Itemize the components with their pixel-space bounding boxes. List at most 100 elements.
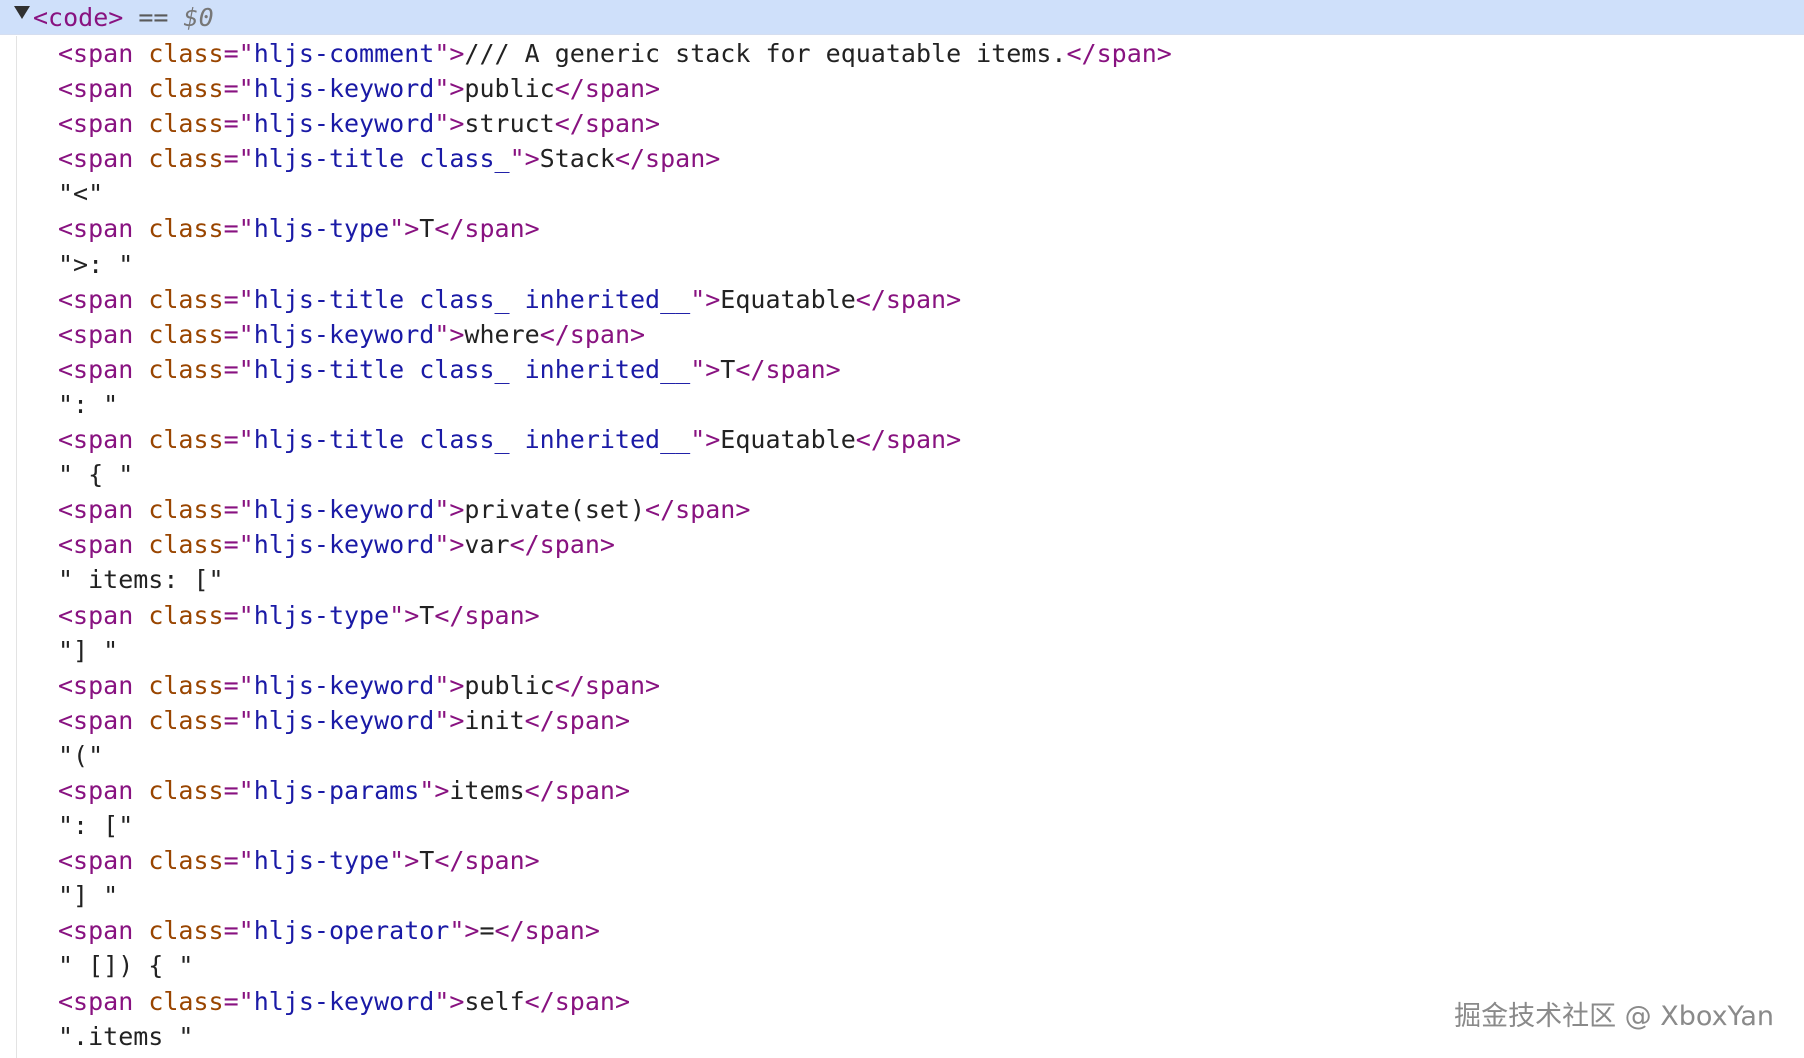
span-text-content: init <box>464 705 525 735</box>
selected-element-line: <code> == $0 <box>33 0 214 35</box>
class-attr-name: class <box>133 846 224 876</box>
text-node-content: "] " <box>58 881 119 911</box>
attr-quote-open: =" <box>223 705 254 735</box>
class-attr-name: class <box>133 670 224 700</box>
span-text-content: public <box>464 670 555 700</box>
dom-node-span[interactable]: <span class="hljs-keyword">init</span> <box>58 703 1172 738</box>
open-tag-start: <span <box>58 530 134 560</box>
dom-node-span[interactable]: <span class="hljs-params">items</span> <box>58 773 1172 808</box>
dom-node-span[interactable]: <span class="hljs-keyword">self</span> <box>58 984 1172 1019</box>
span-text-content: var <box>464 530 510 560</box>
open-tag-start: <span <box>58 425 134 455</box>
dom-node-span[interactable]: <span class="hljs-keyword">struct</span> <box>58 106 1172 141</box>
class-attr-name: class <box>133 425 224 455</box>
close-tag: </span> <box>554 670 661 700</box>
dom-node-span[interactable]: <span class="hljs-type">T</span> <box>58 843 1172 878</box>
selected-node-row[interactable]: <code> == $0 <box>0 0 1804 35</box>
text-node-content: ": " <box>58 389 119 419</box>
class-attr-name: class <box>133 214 224 244</box>
open-tag-start: <span <box>58 354 134 384</box>
dom-node-span[interactable]: <span class="hljs-keyword">public</span> <box>58 668 1172 703</box>
dom-node-span[interactable]: <span class="hljs-title class_ inherited… <box>58 352 1172 387</box>
class-attr-value: hljs-keyword <box>253 319 435 349</box>
text-node-content: " items: [" <box>58 565 224 595</box>
close-tag: </span> <box>524 775 630 805</box>
close-tag: </span> <box>1066 39 1172 68</box>
span-text-content: /// A generic stack for equatable items. <box>464 39 1067 68</box>
close-tag: </span> <box>509 530 615 560</box>
class-attr-value: hljs-params <box>253 775 420 805</box>
attr-quote-close: "> <box>434 530 465 560</box>
attr-quote-open: =" <box>223 986 254 1016</box>
dom-node-span[interactable]: <span class="hljs-title class_ inherited… <box>58 282 1172 317</box>
attr-quote-open: =" <box>223 354 254 384</box>
attr-quote-close: "> <box>434 109 465 139</box>
attr-quote-open: =" <box>223 74 254 104</box>
attr-quote-open: =" <box>223 495 254 525</box>
class-attr-value: hljs-keyword <box>253 74 435 104</box>
open-tag-start: <span <box>58 775 134 805</box>
span-text-content: Equatable <box>720 425 856 455</box>
class-attr-value: hljs-title class_ inherited__ <box>253 284 691 314</box>
dom-text-node[interactable]: " items: [" <box>58 562 1172 597</box>
open-tag-start: <span <box>58 600 134 630</box>
attr-quote-open: =" <box>223 425 254 455</box>
text-node-content: "<" <box>58 179 104 209</box>
class-attr-name: class <box>133 74 224 104</box>
dom-node-span[interactable]: <span class="hljs-type">T</span> <box>58 211 1172 246</box>
dom-node-span[interactable]: <span class="hljs-comment">/// A generic… <box>58 36 1172 71</box>
open-tag-start: <span <box>58 144 134 174</box>
dom-text-node[interactable]: ".items " <box>58 1019 1172 1054</box>
dom-text-node[interactable]: ": " <box>58 387 1172 422</box>
span-text-content: T <box>720 354 736 384</box>
span-text-content: private(set) <box>464 495 646 525</box>
open-tag-start: <span <box>58 670 134 700</box>
dom-node-span[interactable]: <span class="hljs-title class_">Stack</s… <box>58 141 1172 176</box>
dom-text-node[interactable]: ": [" <box>58 808 1172 843</box>
dom-text-node[interactable]: "] " <box>58 878 1172 913</box>
class-attr-name: class <box>133 530 224 560</box>
collapse-triangle-icon[interactable] <box>14 6 30 19</box>
class-attr-name: class <box>133 916 224 946</box>
attr-quote-close: "> <box>690 284 721 314</box>
class-attr-name: class <box>133 39 224 68</box>
dom-node-span[interactable]: <span class="hljs-keyword">private(set)<… <box>58 492 1172 527</box>
attr-quote-close: "> <box>690 425 721 455</box>
attr-quote-close: "> <box>434 39 465 68</box>
close-tag: </span> <box>524 705 630 735</box>
attr-quote-close: "> <box>389 600 420 630</box>
dom-node-span[interactable]: <span class="hljs-keyword">where</span> <box>58 317 1172 352</box>
dom-node-span[interactable]: <span class="hljs-keyword">var</span> <box>58 527 1172 562</box>
dom-text-node[interactable]: ">: " <box>58 247 1172 282</box>
text-node-content: ".items " <box>58 1021 194 1051</box>
dom-text-node[interactable]: " []) { " <box>58 948 1172 983</box>
dom-node-span[interactable]: <span class="hljs-title class_ inherited… <box>58 422 1172 457</box>
class-attr-value: hljs-type <box>253 846 390 876</box>
span-text-content: T <box>419 846 435 876</box>
open-tag-start: <span <box>58 916 134 946</box>
attr-quote-open: =" <box>223 916 254 946</box>
dom-node-span[interactable]: <span class="hljs-type">T</span> <box>58 598 1172 633</box>
class-attr-value: hljs-keyword <box>253 495 435 525</box>
attr-quote-open: =" <box>223 775 254 805</box>
text-node-content: "] " <box>58 635 119 665</box>
class-attr-name: class <box>133 600 224 630</box>
attr-quote-open: =" <box>223 144 254 174</box>
open-tag-start: <span <box>58 846 134 876</box>
open-tag-start: <span <box>58 986 134 1016</box>
close-tag: </span> <box>554 74 661 104</box>
dom-text-node[interactable]: " { " <box>58 457 1172 492</box>
dom-node-span[interactable]: <span class="hljs-operator">=</span> <box>58 913 1172 948</box>
class-attr-name: class <box>133 354 224 384</box>
class-attr-value: hljs-title class_ inherited__ <box>253 425 691 455</box>
dom-text-node[interactable]: "<" <box>58 176 1172 211</box>
attr-quote-close: "> <box>690 354 721 384</box>
span-text-content: = <box>479 916 495 946</box>
attr-quote-open: =" <box>223 284 254 314</box>
class-attr-value: hljs-keyword <box>253 986 435 1016</box>
close-tag: </span> <box>539 319 646 349</box>
attr-quote-open: =" <box>223 214 254 244</box>
dom-text-node[interactable]: "(" <box>58 738 1172 773</box>
dom-node-span[interactable]: <span class="hljs-keyword">public</span> <box>58 71 1172 106</box>
dom-text-node[interactable]: "] " <box>58 633 1172 668</box>
